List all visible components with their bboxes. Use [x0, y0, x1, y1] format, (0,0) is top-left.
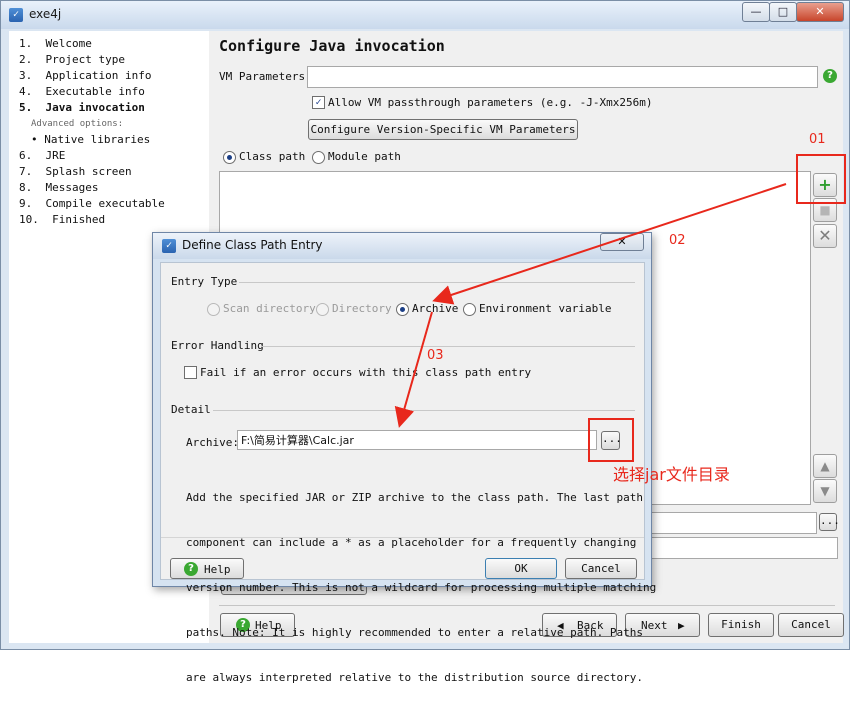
arrow-to-archive-field — [394, 311, 433, 428]
arrow-to-archive — [432, 183, 787, 305]
annotation-arrows — [394, 183, 787, 428]
description-line: are always interpreted relative to the d… — [186, 671, 643, 684]
